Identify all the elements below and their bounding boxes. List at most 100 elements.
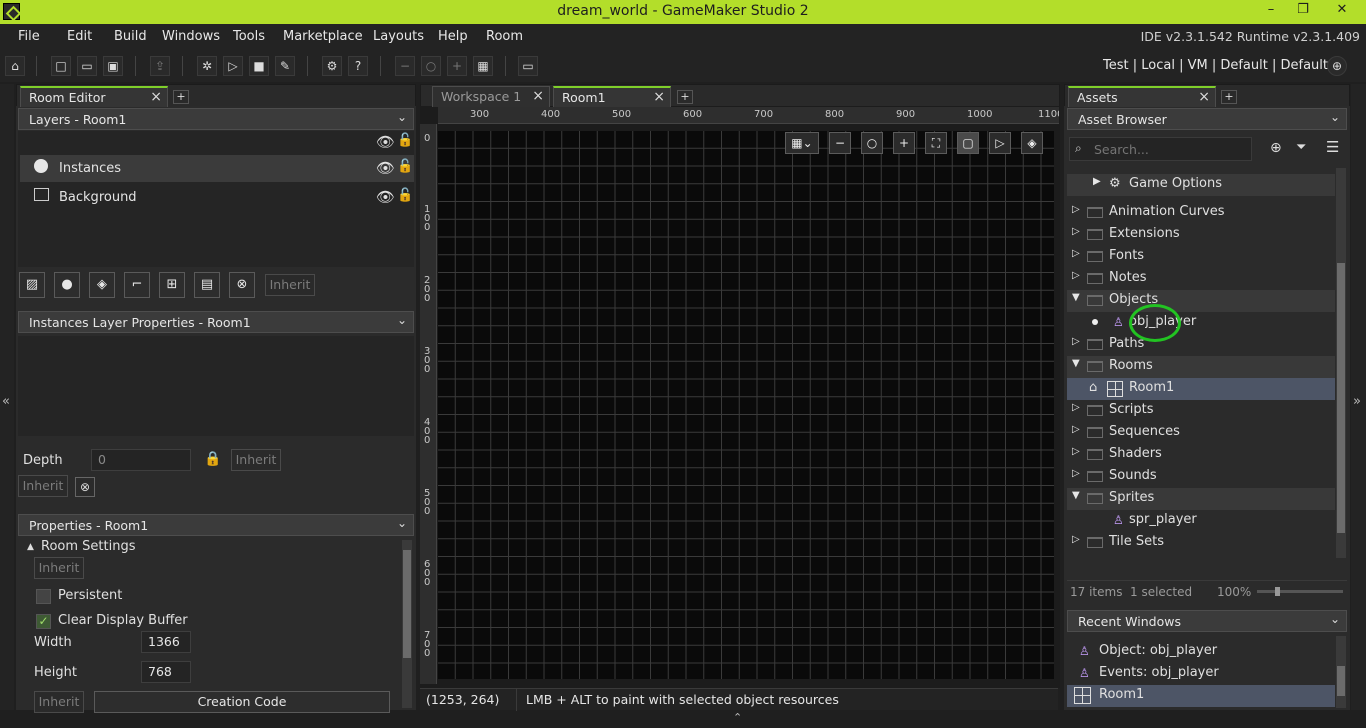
scroll-thumb[interactable] <box>403 550 411 658</box>
save-icon[interactable]: ▣ <box>103 56 123 76</box>
tree-folder-rooms[interactable]: ▼ Rooms <box>1067 356 1335 378</box>
search-box[interactable]: ⌕ <box>1069 137 1252 161</box>
menu-windows[interactable]: Windows <box>162 29 220 44</box>
menu-icon[interactable]: ☰ <box>1326 138 1339 156</box>
creation-inherit-button[interactable]: Inherit <box>34 691 84 713</box>
persistent-checkbox[interactable] <box>36 589 51 604</box>
add-instance-layer-icon[interactable]: ● <box>54 272 80 298</box>
close-icon[interactable]: × <box>1198 89 1210 105</box>
scroll-thumb[interactable] <box>1337 666 1345 696</box>
tree-folder-shaders[interactable]: ▷ Shaders <box>1067 444 1335 466</box>
close-icon[interactable]: × <box>150 89 162 105</box>
zoom-out-icon[interactable]: − <box>829 132 851 154</box>
layers-dropdown[interactable]: Layers - Room1 ⌄ <box>18 108 414 130</box>
collapse-left-icon[interactable]: « <box>2 394 10 409</box>
expand-triangle-icon[interactable]: ▷ <box>1072 402 1080 413</box>
expand-triangle-icon[interactable]: ▷ <box>1072 248 1080 259</box>
expand-triangle-icon[interactable]: ▷ <box>1072 226 1080 237</box>
menu-layouts[interactable]: Layouts <box>373 29 424 44</box>
minimize-button[interactable]: – <box>1256 0 1286 22</box>
tree-item-room1[interactable]: ⌂ Room1 <box>1067 378 1335 400</box>
creation-code-button[interactable]: Creation Code <box>94 691 390 713</box>
scroll-thumb[interactable] <box>1337 263 1345 533</box>
filter-icon[interactable]: ⏷ <box>1296 140 1306 155</box>
zoom-out-icon[interactable]: − <box>395 56 415 76</box>
tree-folder-fonts[interactable]: ▷ Fonts <box>1067 246 1335 268</box>
tree-folder-objects[interactable]: ▼ Objects <box>1067 290 1335 312</box>
height-field[interactable]: 768 <box>141 661 191 683</box>
open-project-icon[interactable]: ▭ <box>77 56 97 76</box>
properties-scrollbar[interactable] <box>402 540 412 708</box>
collapse-right-icon[interactable]: » <box>1353 394 1361 409</box>
tree-folder-sounds[interactable]: ▷ Sounds <box>1067 466 1335 488</box>
search-input[interactable] <box>1094 140 1244 158</box>
menu-file[interactable]: File <box>18 29 40 44</box>
collapse-triangle-icon[interactable]: ▼ <box>1072 358 1080 369</box>
inherit-button[interactable]: Inherit <box>265 274 315 296</box>
asset-browser-dropdown[interactable]: Asset Browser ⌄ <box>1067 108 1347 130</box>
settings-gear-icon[interactable]: ⚙ <box>322 56 342 76</box>
close-window-button[interactable]: ✕ <box>1322 0 1362 22</box>
debug-icon[interactable]: ✲ <box>197 56 217 76</box>
lock-icon[interactable]: 🔒 <box>204 451 221 467</box>
recent-item-object[interactable]: ♙ Object: obj_player <box>1067 641 1335 663</box>
expand-triangle-icon[interactable]: ▷ <box>1072 468 1080 479</box>
expand-triangle-icon[interactable]: ▷ <box>1072 534 1080 545</box>
zoom-in-icon[interactable]: + <box>893 132 915 154</box>
close-icon[interactable]: × <box>532 88 544 104</box>
add-asset-icon[interactable]: ⊕ <box>1270 140 1282 156</box>
add-background-layer-icon[interactable]: ▨ <box>19 272 45 298</box>
target-selector[interactable]: Test | Local | VM | Default | Default <box>1103 58 1328 73</box>
home-icon[interactable]: ⌂ <box>5 56 25 76</box>
tab-workspace-1[interactable]: Workspace 1 × <box>432 86 550 107</box>
room-canvas[interactable] <box>438 131 1054 679</box>
tree-item-game-options[interactable]: ▶ ⚙ Game Options <box>1067 174 1335 196</box>
tree-item-obj-player[interactable]: ♙ obj_player <box>1067 304 1335 342</box>
expand-triangle-icon[interactable]: ▶ <box>1093 176 1101 187</box>
tree-folder-sequences[interactable]: ▷ Sequences <box>1067 422 1335 444</box>
layer-row-instances[interactable]: Instances 👁 🔓 <box>20 155 414 182</box>
menu-tools[interactable]: Tools <box>233 29 265 44</box>
grid-toggle-icon[interactable]: ▦⌄ <box>785 132 819 154</box>
tab-room1[interactable]: Room1 × <box>553 86 671 107</box>
frame-toggle-icon[interactable]: ▢ <box>957 132 979 154</box>
eye-icon[interactable]: 👁 <box>376 188 395 206</box>
layer-properties-dropdown[interactable]: Instances Layer Properties - Room1 ⌄ <box>18 311 414 333</box>
clear-override-icon[interactable]: ⊗ <box>75 477 95 497</box>
lock-icon[interactable]: 🔓 <box>397 159 413 174</box>
tree-item-spr-player[interactable]: ♙ spr_player <box>1067 510 1335 532</box>
zoom-in-icon[interactable]: + <box>447 56 467 76</box>
close-icon[interactable]: × <box>653 89 665 105</box>
eye-icon[interactable]: 👁 <box>376 133 395 151</box>
menu-edit[interactable]: Edit <box>67 29 92 44</box>
recent-scrollbar[interactable] <box>1336 636 1346 708</box>
help-icon[interactable]: ? <box>348 56 368 76</box>
expand-triangle-icon[interactable]: ▷ <box>1072 204 1080 215</box>
depth-inherit-button[interactable]: Inherit <box>231 449 281 471</box>
recent-windows-dropdown[interactable]: Recent Windows ⌄ <box>1067 610 1347 632</box>
depth-field[interactable]: 0 <box>91 449 191 471</box>
expand-bottom-icon[interactable]: ⌃ <box>733 711 742 724</box>
clear-display-buffer-checkbox[interactable]: ✓ <box>36 614 51 629</box>
delete-layer-icon[interactable]: ⊗ <box>229 272 255 298</box>
new-project-icon[interactable]: □ <box>51 56 71 76</box>
zoom-reset-icon[interactable]: ○ <box>421 56 441 76</box>
tree-folder-notes[interactable]: ▷ Notes <box>1067 268 1335 290</box>
restore-button[interactable]: ❐ <box>1288 0 1318 22</box>
expand-triangle-icon[interactable]: ▷ <box>1072 446 1080 457</box>
zoom-slider-handle[interactable] <box>1275 587 1280 596</box>
clean-icon[interactable]: ✎ <box>275 56 295 76</box>
tree-folder-animation-curves[interactable]: ▷ Animation Curves <box>1067 202 1335 224</box>
lock-icon[interactable]: 🔓 <box>397 188 413 203</box>
menu-room[interactable]: Room <box>486 29 523 44</box>
add-asset-layer-icon[interactable]: ⊞ <box>159 272 185 298</box>
play-room-icon[interactable]: ▷ <box>989 132 1011 154</box>
collapse-triangle-icon[interactable]: ▲ <box>27 542 34 552</box>
tree-folder-extensions[interactable]: ▷ Extensions <box>1067 224 1335 246</box>
add-tab-button[interactable]: + <box>1221 90 1237 104</box>
room-inherit-button[interactable]: Inherit <box>34 557 84 579</box>
layer-inherit-button[interactable]: Inherit <box>18 475 68 497</box>
recent-item-room1[interactable]: Room1 <box>1067 685 1335 707</box>
recent-item-events[interactable]: ♙ Events: obj_player <box>1067 663 1335 685</box>
width-field[interactable]: 1366 <box>141 631 191 653</box>
